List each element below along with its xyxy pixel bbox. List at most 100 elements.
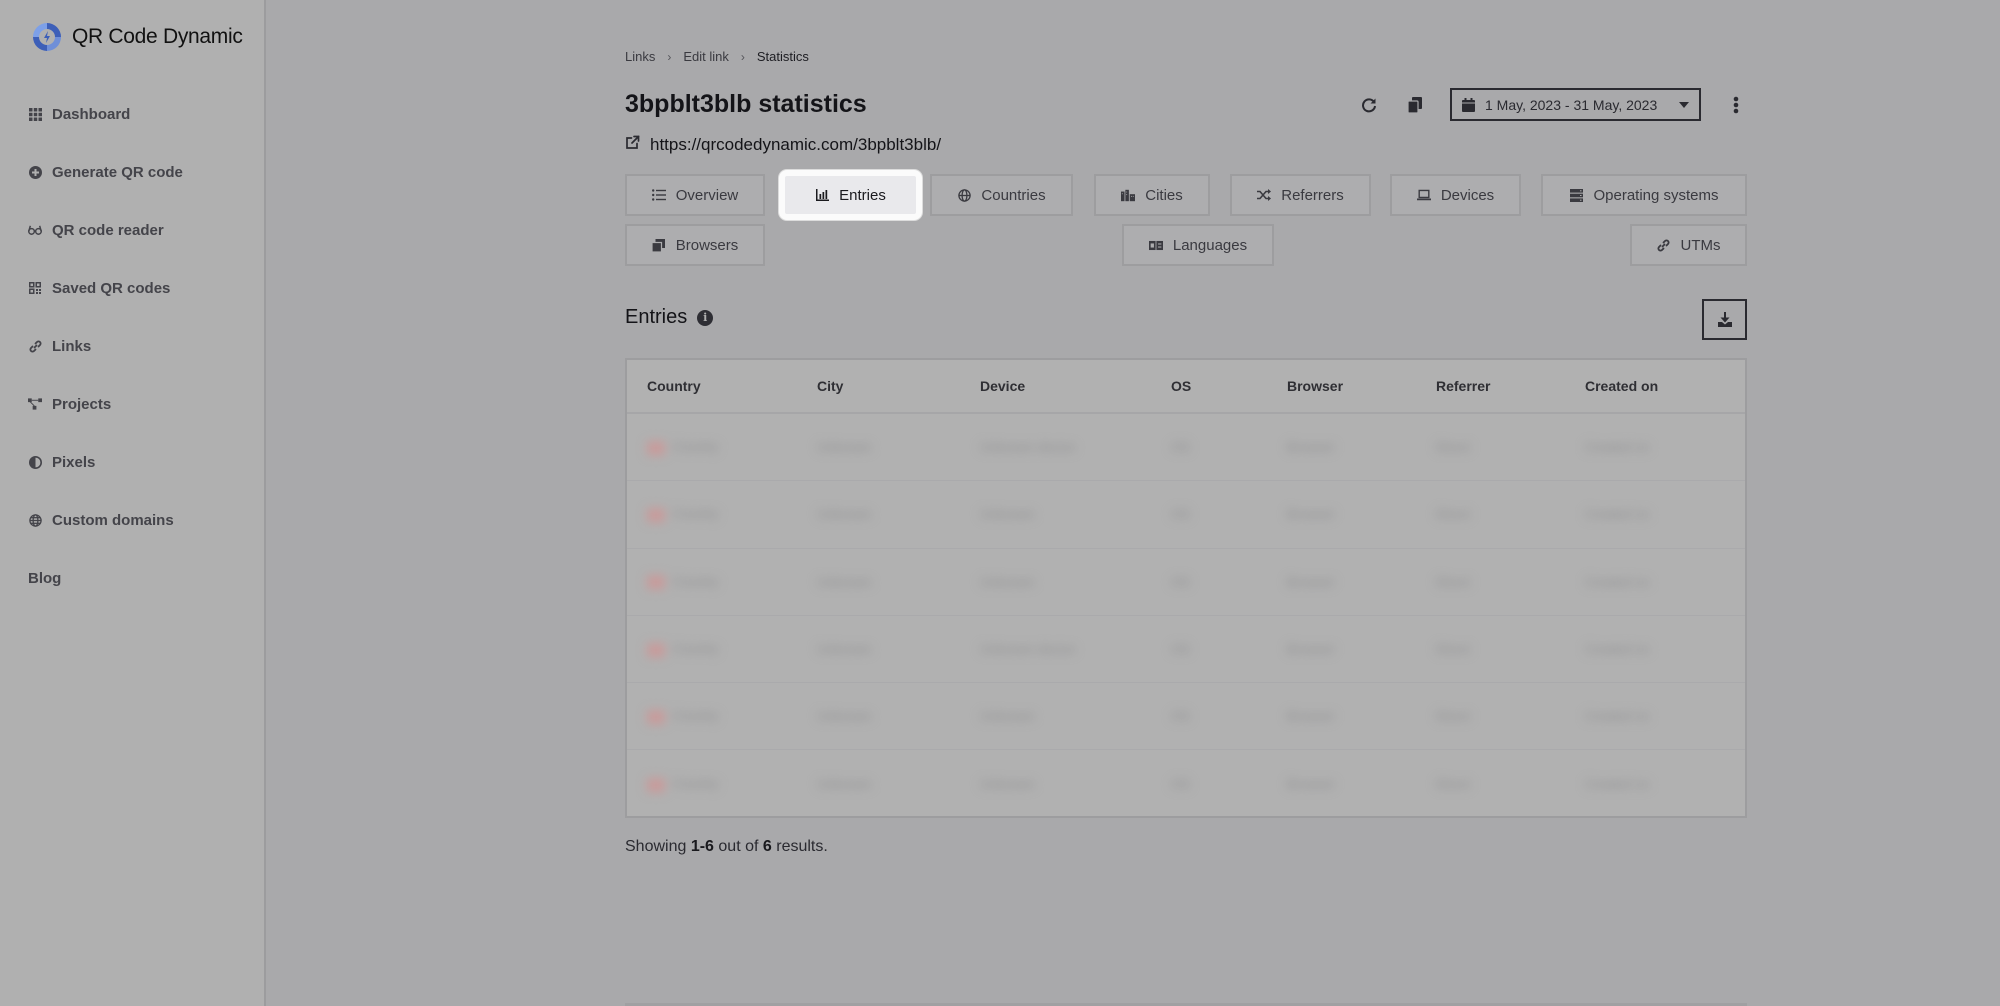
list-icon: [651, 188, 666, 202]
cell-created-on: Created on: [1585, 507, 1649, 522]
column-header-referrer[interactable]: Referrer: [1436, 378, 1490, 394]
sidebar-item-dashboard[interactable]: Dashboard: [28, 85, 183, 143]
cell-referrer: Direct: [1436, 642, 1470, 657]
table-header: Country City Device OS Browser Referrer …: [627, 360, 1745, 414]
cell-os: OS: [1171, 574, 1190, 589]
cell-city: Unknown: [817, 574, 871, 589]
tab-devices[interactable]: Devices: [1390, 174, 1521, 216]
cell-value: Unknown: [980, 776, 1035, 792]
tab-browsers[interactable]: Browsers: [625, 224, 765, 266]
breadcrumb-edit-link[interactable]: Edit link: [683, 49, 729, 64]
cell-value: OS: [1171, 776, 1190, 792]
tab-operating-systems[interactable]: Operating systems: [1541, 174, 1747, 216]
cell-country: Country: [647, 439, 719, 455]
table-row[interactable]: Country Unknown Unknown OS Browser Direct Crea…: [627, 683, 1745, 751]
column-header-city[interactable]: City: [817, 378, 843, 394]
cell-value: Country: [673, 573, 719, 589]
random-icon: [1257, 188, 1272, 202]
more-options-button[interactable]: [1725, 94, 1747, 116]
sidebar-item-custom-domains[interactable]: Custom domains: [28, 491, 183, 549]
cell-created-on: Created on: [1585, 709, 1649, 724]
sidebar-item-generate-qr-code[interactable]: Generate QR code: [28, 143, 183, 201]
column-header-country[interactable]: Country: [647, 378, 701, 394]
cell-country: Country: [647, 709, 719, 725]
date-range-picker[interactable]: 1 May, 2023 - 31 May, 2023: [1450, 88, 1701, 121]
sidebar-item-blog[interactable]: Blog: [28, 549, 183, 607]
cell-value: Unknown: [980, 708, 1035, 724]
tab-countries[interactable]: Countries: [930, 174, 1073, 216]
cell-value: Unknown: [817, 506, 872, 522]
cell-browser: Browser: [1287, 709, 1335, 724]
column-header-os[interactable]: OS: [1171, 378, 1191, 394]
chevron-right-icon: ›: [667, 49, 672, 64]
cell-value: Unknown device: [980, 641, 1076, 657]
info-icon[interactable]: i: [697, 309, 714, 326]
entries-table: Country City Device OS Browser Referrer …: [625, 358, 1747, 818]
copy-button[interactable]: [1404, 94, 1426, 116]
cell-device: Unknown device: [980, 642, 1075, 657]
table-row[interactable]: Country Unknown Unknown OS Browser Direct Crea…: [627, 549, 1745, 616]
tab-referrers[interactable]: Referrers: [1230, 174, 1371, 216]
cell-value: Unknown: [817, 641, 872, 657]
refresh-button[interactable]: [1358, 94, 1380, 116]
column-header-created-on[interactable]: Created on: [1585, 378, 1658, 394]
results-range: 1-6: [690, 838, 714, 855]
cell-city: Unknown: [817, 642, 871, 657]
tab-utms[interactable]: UTMs: [1630, 224, 1747, 266]
cell-value: Browser: [1287, 506, 1335, 522]
sidebar-item-links[interactable]: Links: [28, 317, 183, 375]
sidebar-item-saved-qr-codes[interactable]: Saved QR codes: [28, 259, 183, 317]
column-header-browser[interactable]: Browser: [1287, 378, 1343, 394]
cell-city: Unknown: [817, 777, 871, 792]
flag-icon: [647, 508, 665, 523]
tab-label: Languages: [1172, 236, 1248, 254]
copy-icon: [1408, 96, 1422, 113]
table-row[interactable]: Country Unknown Unknown device OS Browser Dir…: [627, 616, 1745, 684]
link-url[interactable]: https://qrcodedynamic.com/3bpblt3blb/: [650, 135, 941, 155]
cell-value: Direct: [1436, 439, 1470, 455]
cell-country: Country: [647, 776, 719, 792]
flag-icon: [647, 575, 665, 590]
tab-entries[interactable]: Entries: [779, 170, 922, 220]
cell-value: Country: [673, 506, 719, 522]
window-restore-icon: [652, 238, 666, 252]
plus-circle-icon: [28, 165, 42, 179]
cell-value: OS: [1171, 708, 1190, 724]
cell-device: Unknown: [980, 574, 1034, 589]
download-button[interactable]: [1702, 299, 1747, 340]
cell-value: OS: [1171, 574, 1190, 590]
tab-label: Referrers: [1281, 186, 1344, 204]
breadcrumb-statistics: Statistics: [756, 49, 809, 64]
sidebar-item-pixels[interactable]: Pixels: [28, 433, 183, 491]
flag-icon: [647, 710, 665, 725]
sidebar-item-label: Pixels: [52, 453, 96, 471]
sidebar-item-label: Generate QR code: [52, 163, 183, 181]
column-header-device[interactable]: Device: [980, 378, 1025, 394]
cell-value: Direct: [1436, 708, 1470, 724]
tab-cities[interactable]: Cities: [1094, 174, 1210, 216]
sidebar-item-label: Links: [52, 337, 92, 355]
link-url-row[interactable]: https://qrcodedynamic.com/3bpblt3blb/: [625, 135, 941, 155]
adjust-icon: [28, 455, 42, 469]
cell-country: Country: [647, 507, 719, 523]
breadcrumb-links[interactable]: Links: [625, 49, 655, 64]
cell-created-on: Created on: [1585, 440, 1649, 455]
flag-icon: [647, 642, 665, 657]
brand-logo[interactable]: QR Code Dynamic: [30, 20, 243, 54]
table-row[interactable]: Country Unknown Unknown OS Browser Direct Crea…: [627, 481, 1745, 549]
tab-overview[interactable]: Overview: [625, 174, 765, 216]
cell-value: Browser: [1287, 574, 1335, 590]
tab-languages[interactable]: Languages: [1122, 224, 1274, 266]
brand-name: QR Code Dynamic: [72, 25, 243, 48]
sidebar-item-qr-code-reader[interactable]: QR code reader: [28, 201, 183, 259]
cell-referrer: Direct: [1436, 709, 1470, 724]
tab-label: Overview: [675, 186, 739, 204]
cell-value: Browser: [1287, 641, 1335, 657]
table-row[interactable]: Country Unknown Unknown OS Browser Direct Crea…: [627, 750, 1745, 817]
tab-label: Entries: [839, 186, 886, 204]
tab-label: Cities: [1145, 186, 1183, 204]
cell-value: Created on: [1585, 708, 1650, 724]
table-row[interactable]: Country Unknown Unknown device OS Browser Dir…: [627, 414, 1745, 482]
city-icon: [1121, 188, 1136, 202]
sidebar-item-projects[interactable]: Projects: [28, 375, 183, 433]
